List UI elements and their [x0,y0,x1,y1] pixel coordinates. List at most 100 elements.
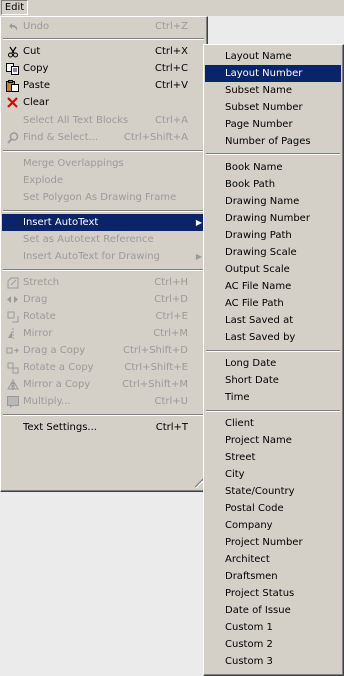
mirror-icon [6,327,19,340]
submenu-item-label: Street [225,452,256,463]
submenu-item-output-scale[interactable]: Output Scale [205,261,341,278]
menu-item-copy[interactable]: Copy Ctrl+C [2,60,205,77]
submenu-item-custom-2[interactable]: Custom 2 [205,636,341,653]
menu-item-insert-autotext-for-drawing[interactable]: Insert AutoText for Drawing ▶ [2,248,205,265]
submenu-item-company[interactable]: Company [205,517,341,534]
submenu-item-label: AC File Path [225,298,284,309]
menu-item-rotate[interactable]: Rotate Ctrl+E [2,308,205,325]
menu-item-stretch[interactable]: Stretch Ctrl+H [2,274,205,291]
submenu-item-custom-1[interactable]: Custom 1 [205,619,341,636]
submenu-item-label: Subset Number [225,102,303,113]
menu-item-mirror-a-copy[interactable]: Mirror a Copy Ctrl+Shift+M [2,376,205,393]
submenu-item-label: Company [225,520,273,531]
submenu-item-drawing-number[interactable]: Drawing Number [205,210,341,227]
submenu-item-layout-number[interactable]: Layout Number [205,65,341,82]
submenu-item-street[interactable]: Street [205,449,341,466]
menu-item-drag[interactable]: Drag Ctrl+D [2,291,205,308]
menu-item-find-select[interactable]: Find & Select... Ctrl+Shift+A [2,129,205,146]
submenu-item-label: Number of Pages [225,136,311,147]
menu-item-label: Copy [23,63,49,74]
submenu-item-subset-number[interactable]: Subset Number [205,99,341,116]
clear-x-icon [6,96,19,109]
submenu-item-postal-code[interactable]: Postal Code [205,500,341,517]
menu-separator [3,210,204,212]
submenu-item-architect[interactable]: Architect [205,551,341,568]
menu-item-label: Drag [23,294,48,305]
menu-item-shortcut: Ctrl+A [154,115,188,126]
menu-item-label: Explode [23,175,63,186]
menu-item-insert-autotext[interactable]: Insert AutoText ▶ [2,214,205,231]
menu-item-shortcut: Ctrl+X [154,46,188,57]
submenu-item-project-status[interactable]: Project Status [205,585,341,602]
menu-item-mirror[interactable]: Mirror Ctrl+M [2,325,205,342]
menu-item-cut[interactable]: Cut Ctrl+X [2,43,205,60]
submenu-item-number-of-pages[interactable]: Number of Pages [205,133,341,150]
menu-item-rotate-a-copy[interactable]: Rotate a Copy Ctrl+Shift+E [2,359,205,376]
multiply-icon [6,395,19,408]
menu-item-label: Find & Select... [23,132,99,143]
menu-item-text-settings[interactable]: Text Settings... Ctrl+T [2,419,205,436]
submenu-item-layout-name[interactable]: Layout Name [205,48,341,65]
submenu-item-ac-file-path[interactable]: AC File Path [205,295,341,312]
submenu-item-last-saved-at[interactable]: Last Saved at [205,312,341,329]
submenu-item-label: Time [225,392,250,403]
submenu-item-page-number[interactable]: Page Number [205,116,341,133]
menu-item-explode[interactable]: Explode [2,172,205,189]
submenu-item-label: Custom 2 [225,639,273,650]
submenu-item-book-name[interactable]: Book Name [205,159,341,176]
menu-separator [206,350,340,352]
submenu-item-long-date[interactable]: Long Date [205,355,341,372]
submenu-item-drawing-scale[interactable]: Drawing Scale [205,244,341,261]
submenu-item-book-path[interactable]: Book Path [205,176,341,193]
menu-item-drag-a-copy[interactable]: Drag a Copy Ctrl+Shift+D [2,342,205,359]
menu-item-multiply[interactable]: Multiply... Ctrl+U [2,393,205,410]
menu-item-merge-overlappings[interactable]: Merge Overlappings [2,155,205,172]
menu-item-label: Mirror [23,328,53,339]
menu-item-label: Rotate [23,311,56,322]
submenu-item-drawing-name[interactable]: Drawing Name [205,193,341,210]
menu-item-label: Select All Text Blocks [23,115,129,126]
submenu-item-drawing-path[interactable]: Drawing Path [205,227,341,244]
rotate-icon [6,310,19,323]
submenu-item-label: Architect [225,554,270,565]
menu-item-undo[interactable]: Undo Ctrl+Z [2,18,205,35]
submenu-item-project-number[interactable]: Project Number [205,534,341,551]
menu-item-shortcut: Ctrl+H [154,277,188,288]
menu-item-label: Insert AutoText [23,217,99,228]
submenu-item-label: Drawing Name [225,196,300,207]
submenu-item-label: Drawing Number [225,213,310,224]
submenu-item-client[interactable]: Client [205,415,341,432]
submenu-item-label: Custom 1 [225,622,273,633]
copy-icon [6,62,19,75]
submenu-item-draftsmen[interactable]: Draftsmen [205,568,341,585]
submenu-item-state-country[interactable]: State/Country [205,483,341,500]
submenu-item-subset-name[interactable]: Subset Name [205,82,341,99]
submenu-item-short-date[interactable]: Short Date [205,372,341,389]
menu-item-shortcut: Ctrl+C [154,63,188,74]
menu-separator [3,414,204,416]
drag-copy-icon [6,344,19,357]
menu-item-clear[interactable]: Clear [2,94,205,111]
menu-item-shortcut: Ctrl+Z [154,21,188,32]
submenu-item-date-of-issue[interactable]: Date of Issue [205,602,341,619]
menu-item-paste[interactable]: Paste Ctrl+V [2,77,205,94]
submenu-item-custom-3[interactable]: Custom 3 [205,653,341,670]
submenu-item-city[interactable]: City [205,466,341,483]
edit-menu-button[interactable]: Edit [1,0,28,15]
menu-item-set-polygon-as-drawing-frame[interactable]: Set Polygon As Drawing Frame [2,189,205,206]
menu-item-shortcut: Ctrl+M [153,328,188,339]
submenu-item-last-saved-by[interactable]: Last Saved by [205,329,341,346]
menu-item-shortcut: Ctrl+T [155,422,188,433]
submenu-item-label: Book Name [225,162,283,173]
submenu-item-label: Postal Code [225,503,284,514]
submenu-item-time[interactable]: Time [205,389,341,406]
submenu-item-ac-file-name[interactable]: AC File Name [205,278,341,295]
paste-icon [6,79,19,92]
submenu-item-label: Last Saved at [225,315,294,326]
submenu-item-project-name[interactable]: Project Name [205,432,341,449]
menu-item-set-as-autotext-reference[interactable]: Set as Autotext Reference [2,231,205,248]
menu-bar: Edit [0,0,344,16]
menu-item-label: Set as Autotext Reference [23,234,154,245]
submenu-item-label: Page Number [225,119,293,130]
menu-item-select-all-text-blocks[interactable]: Select All Text Blocks Ctrl+A [2,112,205,129]
